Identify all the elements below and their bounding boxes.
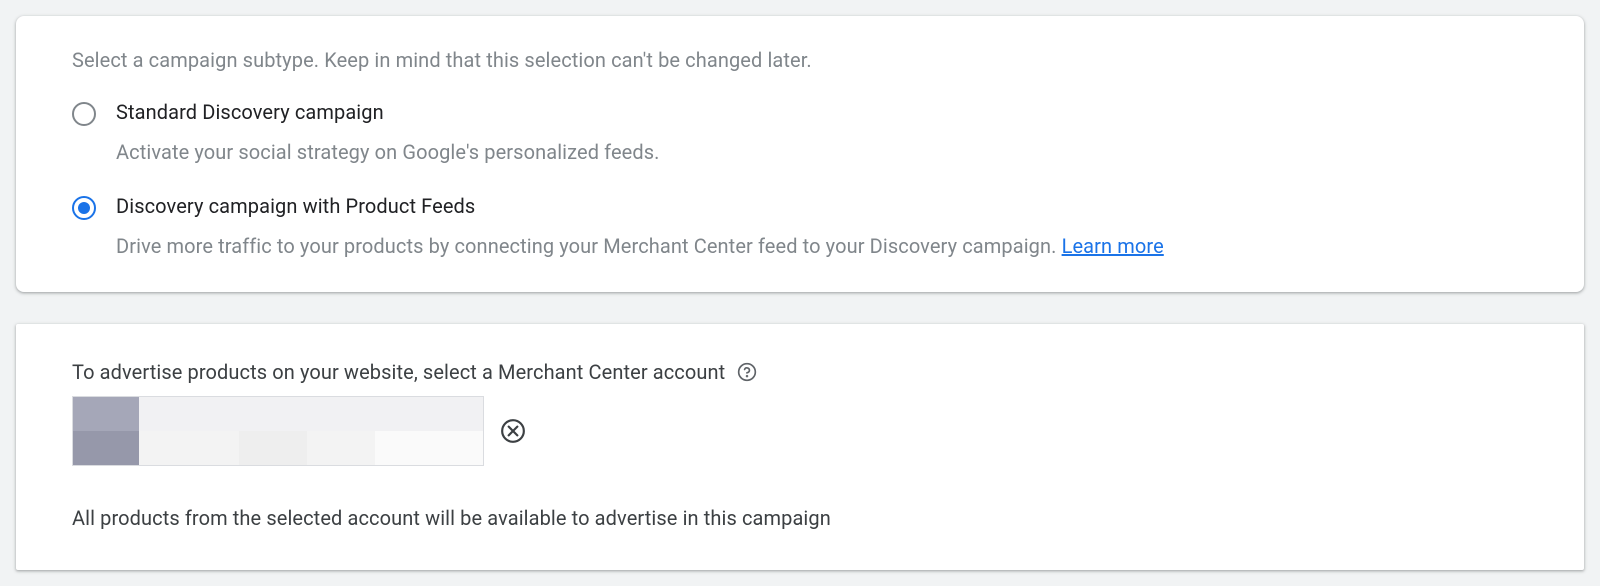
radio-option-discovery-product-feeds[interactable]: Discovery campaign with Product Feeds Dr… (72, 194, 1528, 260)
radio-title: Standard Discovery campaign (116, 100, 1528, 124)
radio-description: Drive more traffic to your products by c… (116, 232, 1528, 260)
radio-unchecked-icon (72, 102, 96, 126)
merchant-center-note: All products from the selected account w… (72, 506, 1528, 530)
radio-option-standard-discovery[interactable]: Standard Discovery campaign Activate you… (72, 100, 1528, 166)
help-icon[interactable] (737, 362, 757, 382)
clear-selection-icon[interactable] (500, 418, 526, 444)
radio-description: Activate your social strategy on Google'… (116, 138, 1528, 166)
radio-title: Discovery campaign with Product Feeds (116, 194, 1528, 218)
radio-checked-icon (72, 196, 96, 220)
merchant-center-label: To advertise products on your website, s… (72, 360, 725, 384)
subtype-intro-text: Select a campaign subtype. Keep in mind … (72, 48, 1528, 72)
merchant-center-card: To advertise products on your website, s… (16, 324, 1584, 570)
campaign-subtype-card: Select a campaign subtype. Keep in mind … (16, 16, 1584, 292)
learn-more-link[interactable]: Learn more (1062, 234, 1164, 258)
merchant-center-account-select[interactable] (72, 396, 484, 466)
